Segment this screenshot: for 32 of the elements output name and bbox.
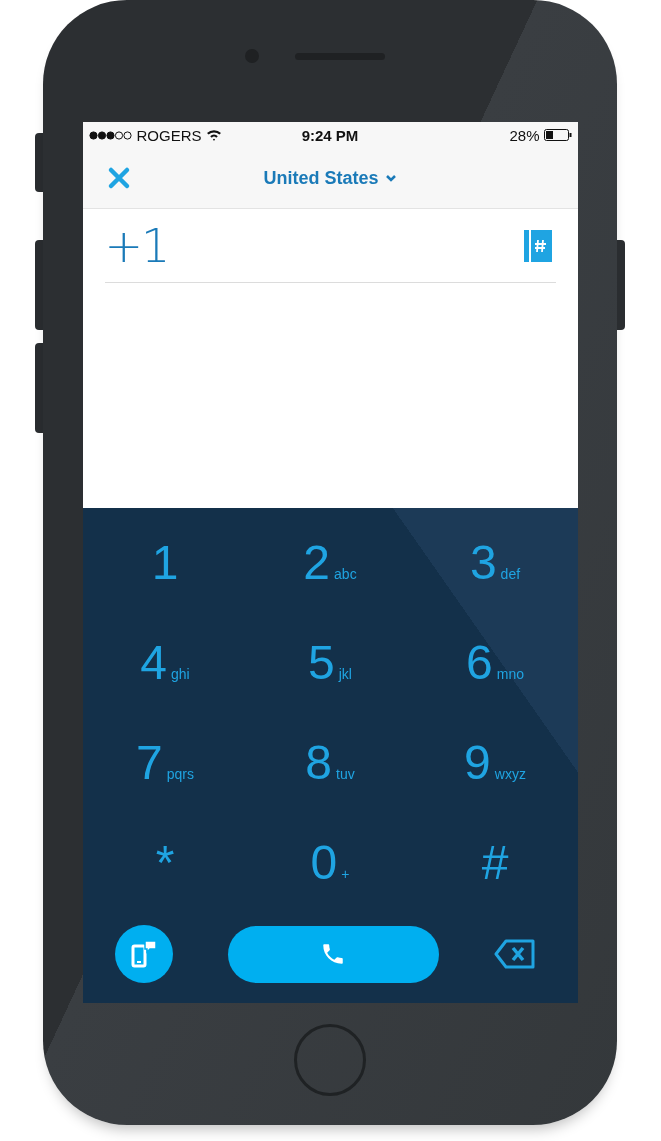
phone-icon bbox=[320, 941, 346, 967]
home-button[interactable] bbox=[294, 1024, 366, 1096]
dial-key[interactable]: 4 ghi bbox=[134, 617, 196, 697]
dial-key[interactable]: 6 mno bbox=[460, 617, 530, 697]
dial-key[interactable]: 0+ bbox=[304, 817, 356, 897]
dial-key[interactable]: 2 abc bbox=[297, 517, 363, 597]
close-icon bbox=[106, 166, 131, 190]
call-button[interactable] bbox=[227, 925, 439, 983]
contact-book-icon[interactable] bbox=[523, 229, 552, 262]
dial-key[interactable]: 8 tuv bbox=[299, 717, 361, 797]
dial-key[interactable]: 3 def bbox=[463, 517, 527, 597]
battery-icon bbox=[543, 129, 572, 141]
phone-number: +1 bbox=[104, 218, 169, 273]
dial-key[interactable]: * bbox=[149, 817, 181, 897]
dial-key[interactable]: # bbox=[475, 817, 515, 897]
status-time: 9:24 PM bbox=[301, 126, 359, 144]
close-button[interactable] bbox=[106, 166, 131, 190]
backspace-button[interactable] bbox=[493, 939, 536, 969]
dial-key[interactable]: 5 jkl bbox=[302, 617, 358, 697]
signal-icon bbox=[88, 130, 133, 140]
chevron-down-icon bbox=[384, 174, 397, 182]
battery-percent: 28% bbox=[509, 126, 540, 144]
carrier-name: ROGERS bbox=[136, 126, 202, 144]
phone-message-button[interactable] bbox=[114, 925, 173, 983]
side-button[interactable] bbox=[35, 133, 43, 192]
dial-key[interactable]: 1 bbox=[145, 517, 185, 597]
dial-key[interactable]: 9 wxyz bbox=[458, 717, 532, 797]
backspace-icon bbox=[493, 939, 536, 969]
country-selector[interactable]: United States bbox=[263, 167, 397, 189]
wifi-icon bbox=[205, 129, 222, 141]
dial-key[interactable]: 7 pqrs bbox=[130, 717, 200, 797]
phone-message-icon bbox=[130, 940, 157, 968]
